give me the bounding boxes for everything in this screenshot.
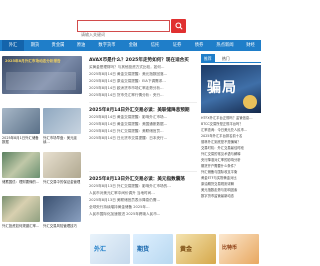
- news-thumb-2[interactable]: [43, 108, 81, 134]
- list-item[interactable]: 外汇储备与国际收支平衡: [201, 170, 261, 175]
- news-thumb-6[interactable]: [43, 196, 81, 222]
- search-box[interactable]: [77, 20, 170, 40]
- news-caption-6[interactable]: 外汇交易风险管理技巧: [43, 224, 81, 228]
- list-item[interactable]: 人民币国际化加速推进 2025年跨境人民币…: [89, 212, 197, 217]
- nav-item-forex[interactable]: 外汇: [2, 40, 24, 51]
- search-input[interactable]: [78, 29, 169, 40]
- list-item[interactable]: BTCC交易所是正规平台吗？: [201, 122, 261, 127]
- nav-item-crypto[interactable]: 数字货币: [92, 40, 122, 51]
- nav-item-bonds[interactable]: 债券: [188, 40, 210, 51]
- divider: [89, 102, 197, 103]
- list-item[interactable]: 买黄金是理财吗？与其他投资方式比较，如何…: [89, 65, 197, 70]
- bottom-image-row: 外汇 期货 黄金 比特币: [88, 232, 261, 266]
- list-item[interactable]: 人民币对美元汇率中间价调升 当地时间…: [89, 191, 197, 196]
- news-thumb-4[interactable]: [43, 152, 81, 178]
- search-icon: [174, 22, 183, 30]
- bottom-thumb-4[interactable]: 比特币: [219, 234, 259, 264]
- nav-item-stocks[interactable]: 证券: [166, 40, 188, 51]
- bottom-label-1: 外汇: [94, 246, 107, 253]
- section-2-title[interactable]: 2025年8月14日外汇交易必读：美联储降息预期: [89, 107, 189, 113]
- divider: [89, 171, 197, 172]
- list-item[interactable]: 2025年8月14日 黄金交易提醒：影响外汇市场…: [89, 115, 197, 120]
- list-item[interactable]: 2025年8月14日 外汇交易提醒：美联储官员…: [89, 129, 197, 134]
- main-nav: 外汇 期货 贵金属 原油 数字货币 金融 信托 证券 债券 热点新闻 财经: [0, 40, 261, 51]
- left-image-column: 2025年8月外汇市场动态分析报告 2025年8月1日外汇储备数据 外汇市场早盘…: [0, 54, 83, 266]
- list-item[interactable]: 2025年8月14日 欧洲货币市场汇率走势分析…: [89, 86, 197, 91]
- news-caption-4[interactable]: 外汇交易中的保证金管理: [43, 180, 81, 184]
- news-thumb-3[interactable]: [2, 152, 40, 178]
- news-caption-1[interactable]: 2025年8月1日外汇储备数据: [2, 136, 40, 144]
- news-caption-5[interactable]: 外汇投资如何规避汇率…: [2, 224, 40, 228]
- news-thumb-5[interactable]: [2, 196, 40, 222]
- list-item[interactable]: 2025年8月14日 黄金交易提醒：美元指数回落…: [89, 72, 197, 77]
- nav-item-futures[interactable]: 期货: [24, 40, 46, 51]
- list-item[interactable]: 数字货币监管最新动态: [201, 194, 261, 199]
- list-item[interactable]: 汇率查询：今日美元兑人民币…: [201, 128, 261, 133]
- list-item[interactable]: 2025年8月14日 货币兑汇率行情分析：央行…: [89, 93, 197, 98]
- bottom-label-3: 黄金: [180, 246, 193, 253]
- nav-item-oil[interactable]: 原油: [70, 40, 92, 51]
- bottom-thumb-2[interactable]: 期货: [133, 234, 173, 264]
- sidebar-tabs: 推荐 热门: [201, 54, 261, 63]
- list-item[interactable]: 全球央行持续增持黄金储备 2025年…: [89, 205, 197, 210]
- tab-hot[interactable]: 热门: [219, 54, 233, 63]
- list-item[interactable]: 2025年8月13日 美联储官员表示降息仍需…: [89, 198, 197, 203]
- bottom-label-2: 期货: [137, 246, 150, 253]
- bottom-thumb-3[interactable]: 黄金: [176, 234, 216, 264]
- nav-item-finance[interactable]: 金融: [122, 40, 144, 51]
- list-item[interactable]: 德林外汇到底是不是骗局？: [201, 140, 261, 145]
- nav-item-hot[interactable]: 热点新闻: [210, 40, 240, 51]
- section-1-title[interactable]: AVAX币是什么？2025年走势如何？现在适合买: [89, 57, 189, 63]
- coin-icon: [243, 95, 257, 109]
- news-caption-2[interactable]: 外汇市场早盘：美元延续…: [43, 136, 81, 144]
- nav-item-trust[interactable]: 信托: [144, 40, 166, 51]
- top-banner-title: 2025年8月外汇市场动态分析报告: [5, 59, 61, 63]
- top-banner-image[interactable]: 2025年8月外汇市场动态分析报告: [2, 56, 82, 94]
- banner-text: 骗局: [207, 80, 237, 96]
- list-item[interactable]: 期货开户需要什么条件？: [201, 164, 261, 169]
- news-caption-3[interactable]: 储蓄国债：理财要懂的…: [2, 180, 40, 184]
- banner-chart-decoration: [6, 72, 76, 90]
- list-item[interactable]: 2025年8月14日 黄金交易提醒：美国通胀数据…: [89, 122, 197, 127]
- nav-item-metals[interactable]: 贵金属: [46, 40, 70, 51]
- list-item[interactable]: 美元指数走势与影响因素: [201, 188, 261, 193]
- list-item[interactable]: 2025年8月14日 日元货币交易提醒：日本央行…: [89, 136, 197, 141]
- tab-recommend[interactable]: 推荐: [201, 54, 215, 63]
- bottom-label-4: 比特币: [222, 245, 238, 251]
- search-button[interactable]: [171, 19, 186, 33]
- nav-item-news[interactable]: 财经: [240, 40, 261, 51]
- list-item[interactable]: 2025年8月13日 外汇交易提醒：影响外汇市场的…: [89, 184, 197, 189]
- section-3-title[interactable]: 2025年8月13日外汇交易必读：美元指数震荡: [89, 176, 185, 182]
- list-item[interactable]: 央行降准对汇率的影响分析: [201, 158, 261, 163]
- bottom-thumb-1[interactable]: 外汇: [90, 234, 130, 264]
- list-item[interactable]: 交易时机：外汇交易最佳时段: [201, 146, 261, 151]
- list-item[interactable]: 2025年外汇平台排名前十名: [201, 134, 261, 139]
- list-item[interactable]: 2025年8月14日 原油交易提醒：EIA下调需求…: [89, 79, 197, 84]
- sidebar-banner[interactable]: 骗局: [201, 65, 261, 113]
- list-item[interactable]: 外汇交易的常见术语与解释: [201, 152, 261, 157]
- list-item[interactable]: 黄金ETF与实物黄金对比: [201, 176, 261, 181]
- list-item[interactable]: 原油期货交易规则详解: [201, 182, 261, 187]
- list-item[interactable]: HTFX外汇平台正规吗？监管信息…: [201, 116, 261, 121]
- news-thumb-1[interactable]: [2, 108, 40, 134]
